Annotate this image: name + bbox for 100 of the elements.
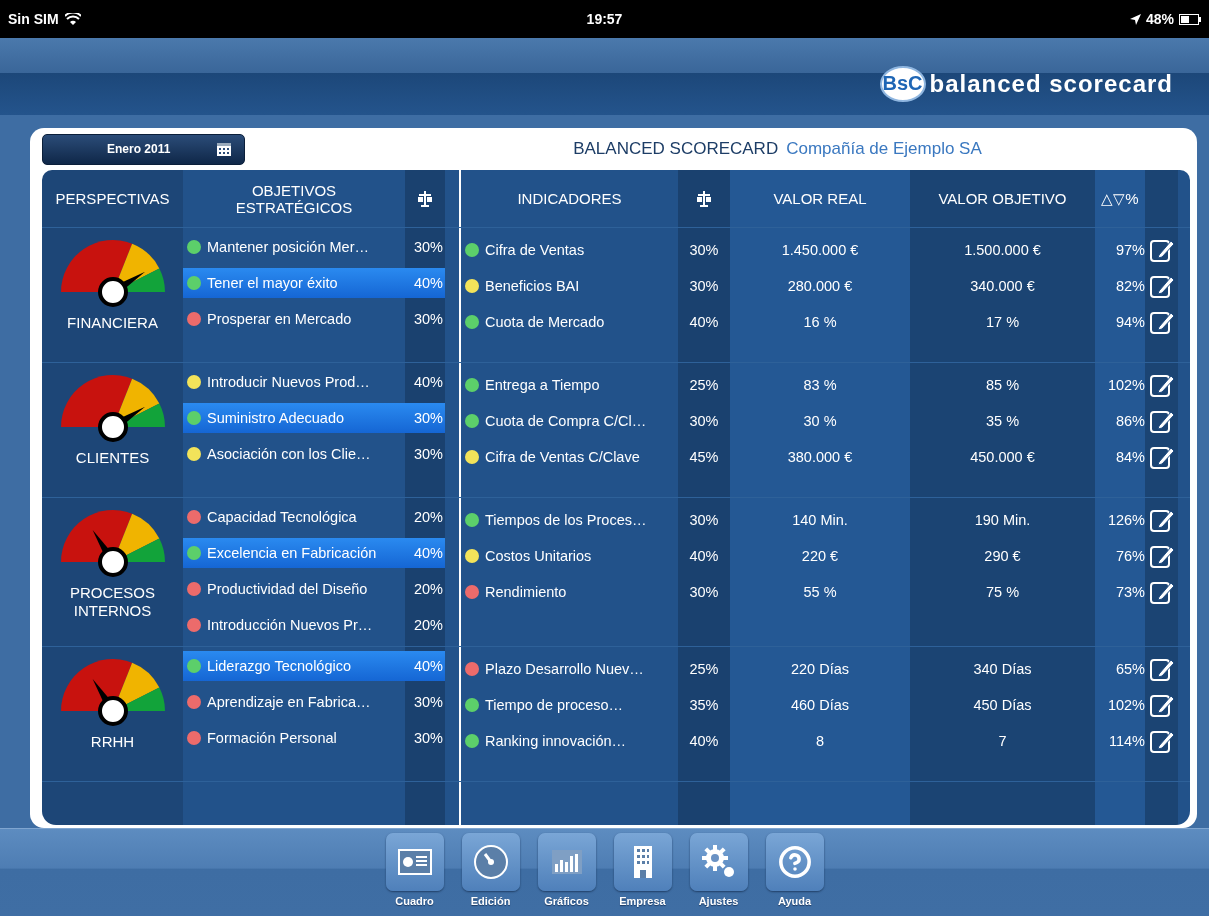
objective-row[interactable]: Asociación con los Clie… 30%: [183, 439, 445, 469]
real-value: 30 %: [802, 413, 838, 429]
objective-weight: 40%: [412, 545, 444, 561]
column-header: VALOR REAL: [773, 190, 867, 207]
target-value: 450.000 €: [969, 449, 1036, 465]
indicator-weight: 45%: [688, 449, 720, 465]
indicator-weight: 30%: [688, 413, 720, 429]
objective-row[interactable]: Aprendizaje en Fabrica… 30%: [183, 687, 445, 717]
carrier-label: Sin SIM: [8, 11, 59, 27]
target-value: 1.500.000 €: [963, 242, 1042, 258]
wifi-icon: [64, 13, 81, 25]
achievement-percent: 102%: [1106, 377, 1145, 393]
indicator-weight: 25%: [688, 377, 720, 393]
objective-row[interactable]: Capacidad Tecnológica 20%: [183, 502, 445, 532]
edit-button[interactable]: [1148, 237, 1175, 263]
objective-row[interactable]: Productividad del Diseño 20%: [183, 574, 445, 604]
indicator-weight: 30%: [688, 512, 720, 528]
indicator-weight: 40%: [688, 548, 720, 564]
target-value: 85 %: [984, 377, 1021, 393]
real-value: 83 %: [802, 377, 838, 393]
objective-row[interactable]: Excelencia en Fabricación 40%: [183, 538, 445, 568]
column-header: PERSPECTIVAS: [55, 190, 170, 207]
achievement-percent: 82%: [1114, 278, 1145, 294]
objective-name: Productividad del Diseño: [207, 581, 368, 597]
real-value: 55 %: [802, 584, 838, 600]
objective-name: Introducir Nuevos Prod…: [207, 374, 370, 390]
gears-icon: [701, 845, 736, 879]
objective-row[interactable]: Prosperar en Mercado 30%: [183, 304, 445, 334]
achievement-percent: 114%: [1108, 733, 1145, 749]
objective-name: Excelencia en Fabricación: [207, 545, 377, 561]
objective-weight: 30%: [412, 311, 444, 327]
achievement-percent: 97%: [1114, 242, 1145, 258]
indicator-name: Tiempo de proceso…: [485, 697, 624, 713]
objective-row[interactable]: Suministro Adecuado 30%: [183, 403, 445, 433]
target-value: 450 Días: [972, 697, 1033, 713]
objective-row[interactable]: Liderazgo Tecnológico 40%: [183, 651, 445, 681]
objective-weight: 20%: [412, 581, 444, 597]
achievement-percent: 73%: [1114, 584, 1145, 600]
indicator-name: Entrega a Tiempo: [485, 377, 600, 393]
target-value: 340 Días: [972, 661, 1033, 677]
edit-button[interactable]: [1148, 309, 1175, 335]
perspective-label: PROCESOS INTERNOS: [69, 584, 156, 620]
target-value: 190 Min.: [973, 512, 1032, 528]
column-header: VALOR OBJETIVO: [938, 190, 1067, 207]
date-button[interactable]: Enero 2011: [42, 133, 245, 165]
objective-row[interactable]: Formación Personal 30%: [183, 723, 445, 753]
achievement-percent: 84%: [1114, 449, 1145, 465]
real-value: 380.000 €: [786, 449, 854, 465]
indicator-weight: 30%: [688, 242, 720, 258]
objective-name: Prosperar en Mercado: [207, 311, 352, 327]
real-value: 8: [814, 733, 826, 749]
indicator-weight: 30%: [688, 584, 720, 600]
perspective-label: FINANCIERA: [66, 314, 159, 332]
objective-name: Capacidad Tecnológica: [207, 509, 357, 525]
objective-weight: 40%: [412, 374, 444, 390]
objective-weight: 30%: [412, 694, 444, 710]
edit-button[interactable]: [1148, 408, 1175, 434]
help-icon: [777, 845, 812, 879]
scale-icon: [697, 189, 711, 208]
target-value: 290 €: [983, 548, 1022, 564]
objective-row[interactable]: Introducir Nuevos Prod… 40%: [183, 367, 445, 397]
battery-icon: [1179, 13, 1201, 25]
edit-button[interactable]: [1148, 728, 1175, 754]
edit-button[interactable]: [1148, 372, 1175, 398]
objective-row[interactable]: Introducción Nuevos Pr… 20%: [183, 610, 445, 640]
edit-button[interactable]: [1148, 656, 1175, 682]
location-arrow-icon: [1129, 13, 1141, 25]
objective-name: Suministro Adecuado: [207, 410, 345, 426]
real-value: 1.450.000 €: [780, 242, 860, 258]
objective-weight: 40%: [412, 658, 444, 674]
real-value: 220 €: [800, 548, 840, 564]
edit-button[interactable]: [1148, 273, 1175, 299]
perspective-label: CLIENTES: [74, 449, 151, 467]
objective-weight: 30%: [412, 730, 444, 746]
edit-button[interactable]: [1148, 579, 1175, 605]
edit-button[interactable]: [1148, 543, 1175, 569]
objective-row[interactable]: Mantener posición Mer… 30%: [183, 232, 445, 262]
achievement-percent: 86%: [1114, 413, 1145, 429]
logo-text: balanced scorecard: [929, 69, 1173, 98]
building-icon: [633, 846, 652, 878]
edit-button[interactable]: [1148, 692, 1175, 718]
indicator-name: Plazo Desarrollo Nuev…: [485, 661, 644, 677]
bar-chart-icon: [551, 850, 582, 874]
indicator-name: Cuota de Compra C/Cl…: [485, 413, 647, 429]
objective-weight: 40%: [412, 275, 444, 291]
objective-name: Aprendizaje en Fabrica…: [207, 694, 371, 710]
column-header: INDICADORES: [517, 190, 622, 207]
gauge-icon: [472, 844, 509, 880]
objective-name: Introducción Nuevos Pr…: [207, 617, 373, 633]
edit-button[interactable]: [1148, 444, 1175, 470]
objective-name: Asociación con los Clie…: [207, 446, 371, 462]
objective-row[interactable]: Tener el mayor éxito 40%: [183, 268, 445, 298]
column-header: OBJETIVOS ESTRATÉGICOS: [234, 181, 354, 216]
objective-weight: 30%: [412, 410, 444, 426]
target-value: 35 %: [984, 413, 1021, 429]
objective-weight: 20%: [412, 509, 444, 525]
real-value: 280.000 €: [786, 278, 854, 294]
objective-name: Tener el mayor éxito: [207, 275, 338, 291]
edit-button[interactable]: [1148, 507, 1175, 533]
objective-name: Formación Personal: [207, 730, 337, 746]
